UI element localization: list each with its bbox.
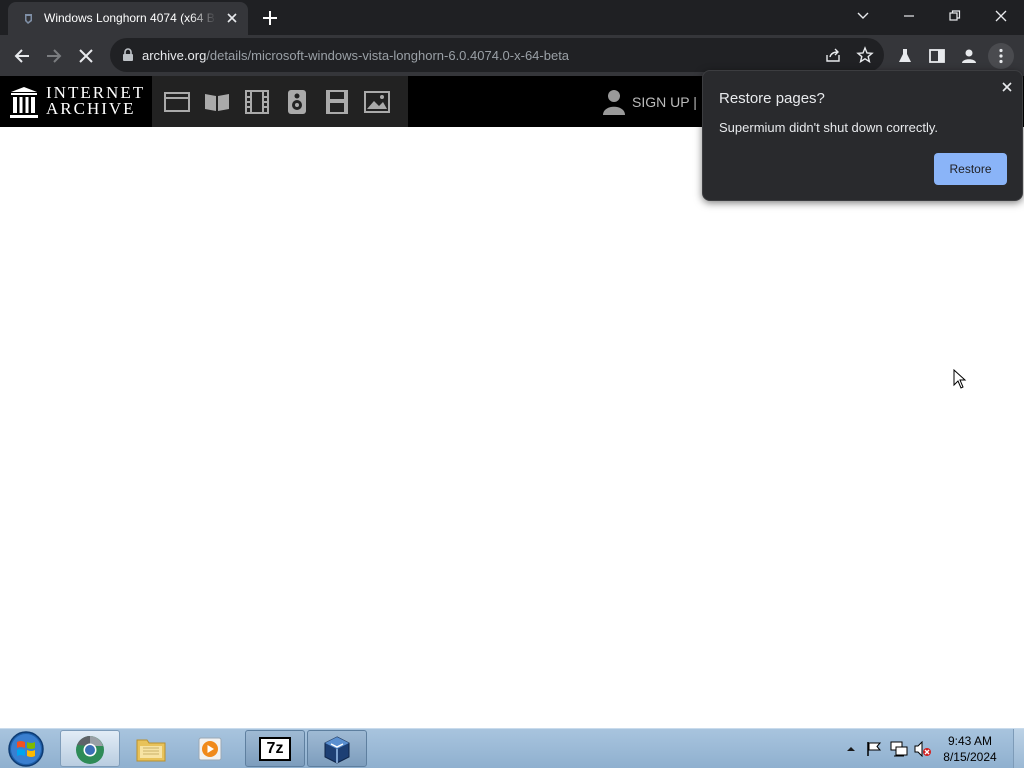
labs-icon [899,49,911,62]
archive-building-icon [10,87,38,118]
windows-taskbar: 7z 9:43 AM 8/15/2024 [0,728,1024,768]
software-icon[interactable] [324,90,350,114]
ia-logo[interactable]: INTERNET ARCHIVE [10,84,144,120]
share-icon[interactable] [824,46,842,64]
stop-button[interactable] [73,43,99,69]
site-favicon-icon [25,14,32,24]
star-icon[interactable] [856,46,874,64]
user-icon [603,90,625,115]
address-bar[interactable]: archive.org/details/microsoft-windows-vi… [110,38,884,72]
audio-icon[interactable] [284,90,310,114]
url-text[interactable]: archive.org/details/microsoft-windows-vi… [142,48,569,63]
logo-line-archive: ARCHIVE [46,99,136,118]
media-type-nav [152,76,408,127]
explorer-icon [136,739,166,762]
close-icon[interactable] [224,10,240,26]
menu-button[interactable] [988,43,1014,69]
back-arrow-icon [14,49,29,63]
minimize-button[interactable] [886,0,932,32]
labs-button[interactable] [892,43,918,69]
back-button[interactable] [9,43,35,69]
menu-icon [999,48,1003,64]
minimize-icon [904,15,914,17]
texts-icon[interactable] [204,90,230,114]
media-player-icon [198,737,222,761]
restore-button[interactable]: Restore [934,153,1007,185]
images-icon[interactable] [364,90,390,114]
show-desktop-button[interactable] [1013,729,1024,768]
clock-date: 8/15/2024 [943,750,997,764]
sign-up-label: SIGN UP | [632,94,697,110]
action-center-flag-icon[interactable] [866,741,882,757]
web-icon[interactable] [164,90,190,114]
mouse-cursor-icon [953,369,967,389]
forward-arrow-icon [47,49,62,63]
tab-search-icon [857,12,869,19]
profile-button[interactable] [956,43,982,69]
restore-pages-dialog: Restore pages? Supermium didn't shut dow… [702,70,1023,201]
close-icon [995,10,1007,22]
plus-icon[interactable] [260,8,280,28]
taskbar-explorer-button[interactable] [121,730,181,767]
browser-tab[interactable]: Windows Longhorn 4074 (x64 Beta) [8,2,248,35]
system-clock[interactable]: 9:43 AM 8/15/2024 [930,733,1010,765]
url-path: /details/microsoft-windows-vista-longhor… [206,48,570,63]
video-icon[interactable] [244,90,270,114]
stop-icon [79,49,93,63]
7zip-label: 7z [266,740,284,757]
close-window-button[interactable] [978,0,1024,32]
screen: Windows Longhorn 4074 (x64 Beta) [0,0,1024,768]
browser-tab-strip: Windows Longhorn 4074 (x64 Beta) [0,0,1024,35]
network-icon[interactable] [890,741,908,757]
chrome-icon [76,736,104,764]
side-panel-icon [929,49,945,63]
virtualbox-icon [324,736,350,764]
url-host: archive.org [142,48,207,63]
tab-search-button[interactable] [840,0,886,32]
taskbar-media-player-button[interactable] [182,730,242,767]
start-button-icon[interactable] [6,731,46,767]
forward-button[interactable] [41,43,67,69]
side-panel-button[interactable] [924,43,950,69]
ia-logo-text: INTERNET ARCHIVE [46,84,145,118]
taskbar-7zip-button[interactable]: 7z [245,730,305,767]
sign-up-link[interactable]: SIGN UP | [600,76,710,127]
clock-time: 9:43 AM [947,734,993,748]
dialog-title: Restore pages? [719,90,825,107]
restore-window-button[interactable] [932,0,978,32]
taskbar-virtualbox-button[interactable] [307,730,367,767]
7zip-icon: 7z [259,737,291,761]
tab-title: Windows Longhorn 4074 (x64 Beta) [44,11,216,25]
close-icon[interactable] [999,79,1015,95]
taskbar-chrome-button[interactable] [60,730,120,767]
show-hidden-icon[interactable] [846,745,856,753]
restore-icon [949,10,961,21]
lock-icon[interactable] [122,48,134,62]
dialog-message: Supermium didn't shut down correctly. [719,120,939,135]
profile-icon [962,49,976,63]
